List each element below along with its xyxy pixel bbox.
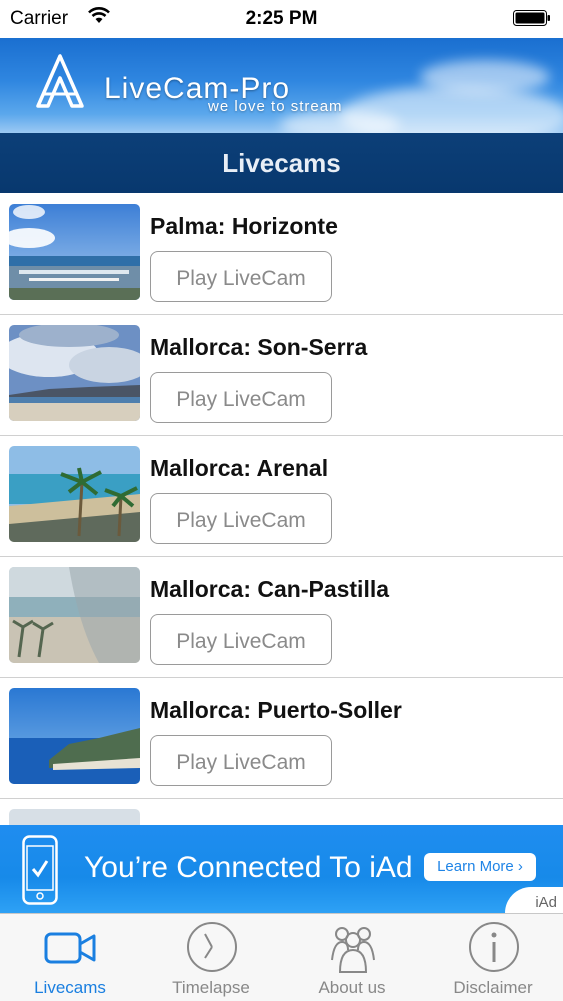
livecam-thumbnail[interactable]	[9, 567, 140, 663]
livecam-thumbnail[interactable]	[9, 204, 140, 300]
livecam-thumbnail[interactable]	[9, 809, 140, 825]
livecam-name: Mallorca: Puerto-Soller	[150, 697, 402, 723]
play-livecam-button[interactable]: Play LiveCam	[150, 251, 332, 302]
tab-timelapse[interactable]: Timelapse	[141, 914, 281, 1001]
livecam-pro-banner: LiveCam-Pro we love to stream	[0, 38, 563, 133]
livecam-list[interactable]: Palma: Horizonte Play LiveCam Mallorca: …	[0, 193, 563, 825]
livecam-name: Mallorca: Son-Serra	[150, 334, 368, 360]
livecam-row[interactable]: Mallorca: Puerto-Soller Play LiveCam	[0, 677, 563, 799]
livecam-name: Mallorca: Can-Pastilla	[150, 576, 390, 602]
livecam-row[interactable]: Mallorca: Arenal Play LiveCam	[0, 435, 563, 557]
livecam-name: Palma: Horizonte	[150, 213, 338, 239]
play-livecam-button[interactable]: Play LiveCam	[150, 614, 332, 665]
livecam-thumbnail[interactable]	[9, 446, 140, 542]
livecam-name: Mallorca: Arenal	[150, 455, 329, 481]
brand-tagline: we love to stream	[208, 98, 343, 115]
people-icon	[331, 927, 375, 973]
tab-label: Livecams	[34, 978, 106, 997]
info-icon	[469, 922, 519, 972]
livecam-thumbnail[interactable]	[9, 325, 140, 421]
livecam-row[interactable]: Mallorca: Can-Pastilla Play LiveCam	[0, 556, 563, 678]
page-title: Livecams	[222, 148, 341, 178]
livecam-row-partial[interactable]	[0, 798, 563, 825]
navigation-bar: Livecams	[0, 133, 563, 193]
tab-label: About us	[318, 978, 386, 997]
livecam-thumbnail[interactable]	[9, 688, 140, 784]
battery-icon	[513, 10, 550, 26]
iad-message: You’re Connected To iAd	[84, 851, 413, 884]
tab-bar: Livecams Timelapse About us Disclaimer	[0, 913, 563, 1001]
livecam-row[interactable]: Palma: Horizonte Play LiveCam	[0, 193, 563, 315]
iad-tag: iAd	[535, 894, 557, 911]
play-livecam-button[interactable]: Play LiveCam	[150, 372, 332, 423]
iad-banner[interactable]: You’re Connected To iAd Learn More › iAd	[0, 825, 563, 913]
iphone-check-icon	[22, 835, 58, 905]
tab-about-us[interactable]: About us	[282, 914, 422, 1001]
livecam-row[interactable]: Mallorca: Son-Serra Play LiveCam	[0, 314, 563, 436]
play-livecam-button[interactable]: Play LiveCam	[150, 735, 332, 786]
tab-livecams[interactable]: Livecams	[0, 914, 140, 1001]
learn-more-button[interactable]: Learn More ›	[424, 853, 536, 881]
tab-disclaimer[interactable]: Disclaimer	[423, 914, 563, 1001]
tab-label: Disclaimer	[453, 978, 533, 997]
video-camera-icon	[44, 932, 96, 964]
tab-label: Timelapse	[172, 978, 250, 997]
status-bar: Carrier 2:25 PM	[0, 0, 563, 38]
play-livecam-button[interactable]: Play LiveCam	[150, 493, 332, 544]
clock-time: 2:25 PM	[245, 8, 318, 29]
livecam-pro-logo-icon	[36, 54, 84, 108]
clock-icon	[187, 922, 237, 972]
